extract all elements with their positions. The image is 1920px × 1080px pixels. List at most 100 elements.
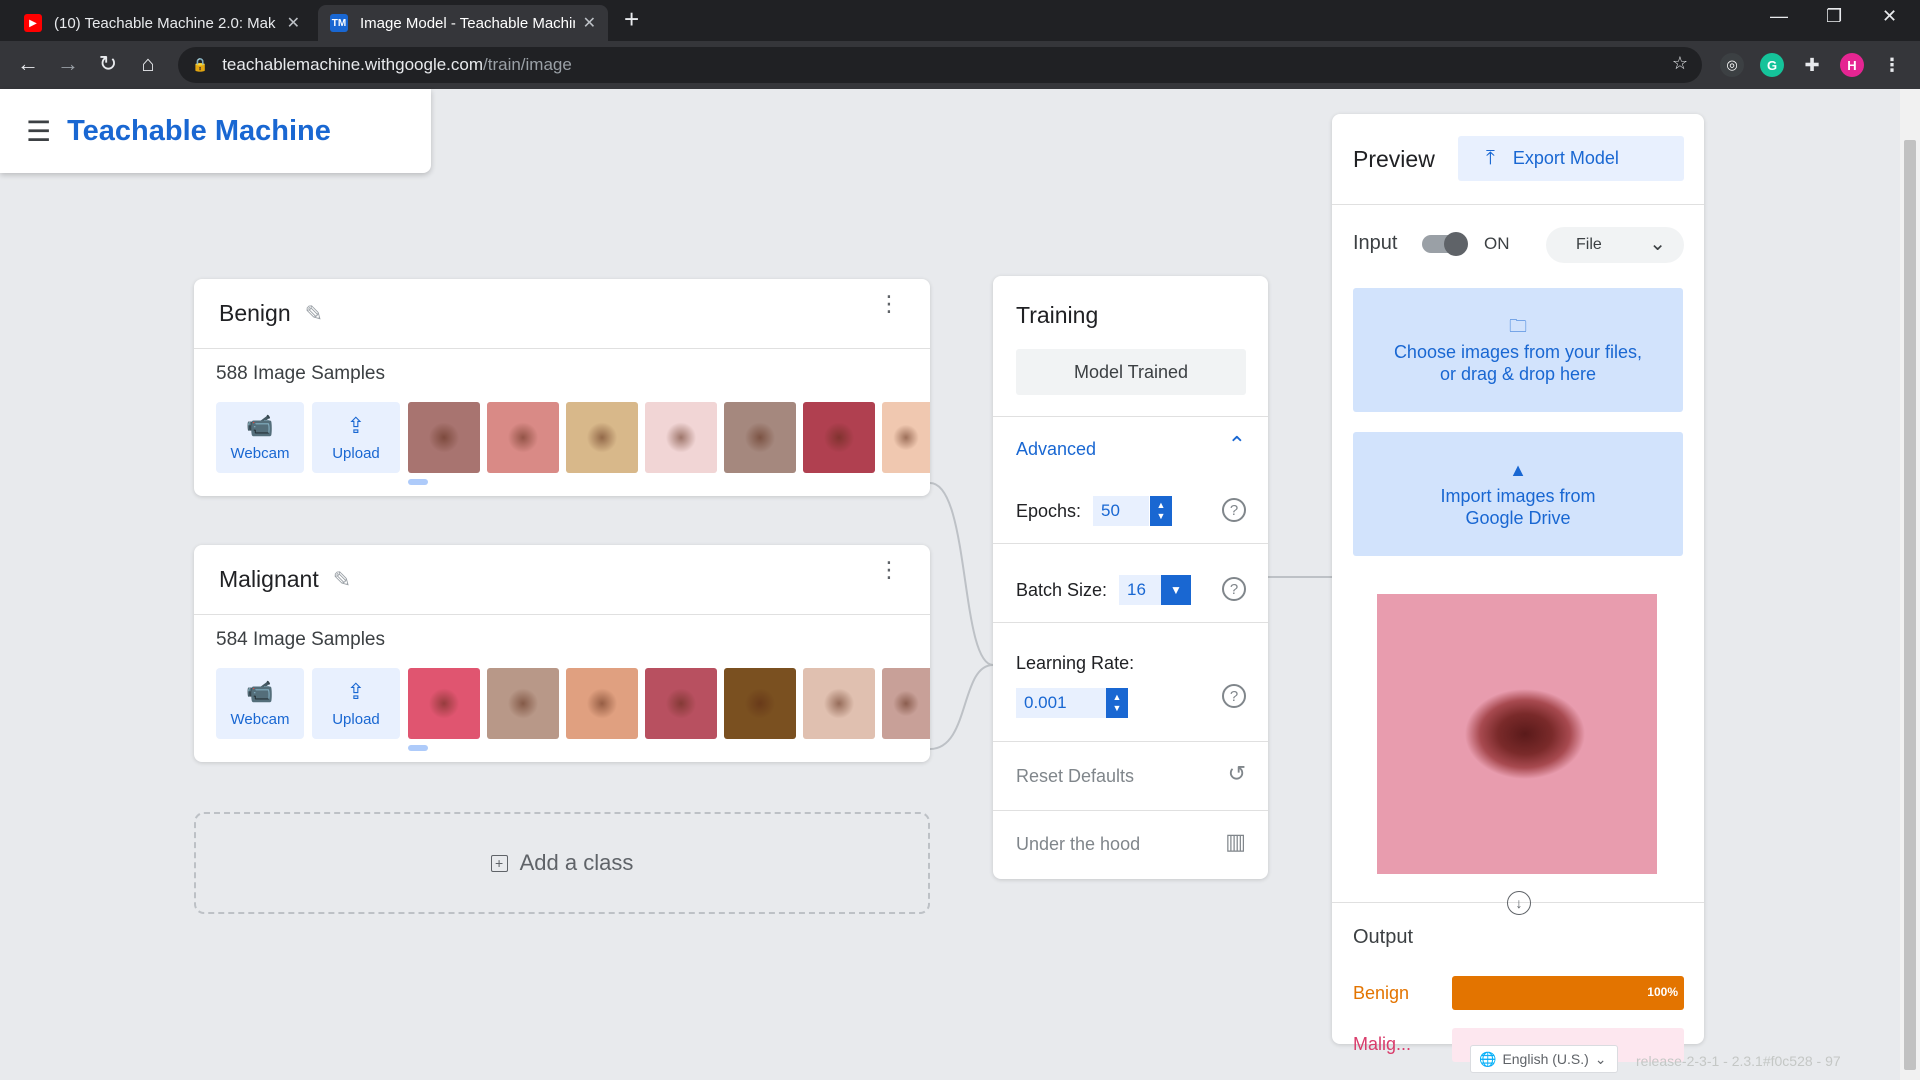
export-label: Export Model	[1512, 148, 1619, 168]
upload-label: Upload	[332, 445, 380, 462]
webcam-button[interactable]: 📹 Webcam	[216, 402, 304, 473]
chevron-up-icon[interactable]: ⌃	[1228, 432, 1246, 458]
export-model-button[interactable]: ⤒ Export Model	[1458, 136, 1684, 181]
url-host: teachablemachine.withgoogle.com	[222, 55, 484, 74]
more-options-icon[interactable]: ⋮	[878, 559, 900, 581]
sample-thumbnail[interactable]	[724, 402, 796, 473]
toggle-knob	[1444, 232, 1468, 256]
new-tab-button[interactable]: +	[624, 4, 639, 35]
upload-button[interactable]: ⇪ Upload	[312, 668, 400, 739]
language-selector[interactable]: 🌐 English (U.S.) ⌄	[1470, 1045, 1618, 1073]
batch-size-select[interactable]: 16	[1119, 575, 1161, 605]
browser-tab-strip: ▶ (10) Teachable Machine 2.0: Mak ✕ TM I…	[0, 0, 1920, 41]
learning-rate-stepper[interactable]: ▲ ▼	[1106, 688, 1128, 718]
help-icon[interactable]: ?	[1222, 577, 1246, 601]
restore-icon[interactable]: ❐	[1826, 6, 1842, 27]
sample-thumbnail[interactable]	[408, 402, 480, 473]
sample-thumbnail[interactable]	[803, 402, 875, 473]
class-name[interactable]: Malignant	[219, 566, 319, 593]
training-panel: Training Model Trained Advanced ⌃ Epochs…	[993, 276, 1268, 879]
sample-thumbnail[interactable]	[882, 668, 930, 739]
under-the-hood-button[interactable]: Under the hood	[1016, 834, 1140, 855]
confidence-bar: 100%	[1452, 976, 1684, 1010]
sample-thumbnail[interactable]	[566, 668, 638, 739]
browser-tab-teachable-machine[interactable]: TM Image Model - Teachable Machin ✕	[318, 5, 608, 41]
sample-thumbnail[interactable]	[408, 668, 480, 739]
bar-chart-icon[interactable]: ▥	[1225, 829, 1246, 855]
arrow-down-icon: ↓	[1507, 891, 1531, 915]
thumbnail-scroll-indicator[interactable]	[408, 745, 428, 751]
hamburger-menu-icon[interactable]: ☰	[26, 115, 51, 148]
upload-icon: ⇪	[346, 413, 366, 438]
drop-text-2: or drag & drop here	[1439, 364, 1597, 384]
close-tab-icon[interactable]: ✕	[583, 13, 596, 33]
close-tab-icon[interactable]: ✕	[287, 13, 300, 33]
scrollbar-thumb[interactable]	[1904, 140, 1916, 1070]
bookmark-star-icon[interactable]: ☆	[1672, 53, 1688, 74]
history-icon[interactable]: ↺	[1228, 761, 1246, 787]
back-icon[interactable]: ←	[14, 51, 42, 77]
video-camera-icon: 📹	[246, 679, 274, 704]
lock-icon: 🔒	[192, 57, 209, 72]
extension-icon[interactable]: ◎	[1720, 53, 1744, 77]
webcam-button[interactable]: 📹 Webcam	[216, 668, 304, 739]
file-drop-zone[interactable]: 🗀 Choose images from your files, or drag…	[1353, 288, 1683, 412]
help-icon[interactable]: ?	[1222, 684, 1246, 708]
training-title: Training	[1016, 302, 1099, 328]
address-bar[interactable]: 🔒 teachablemachine.withgoogle.com /train…	[178, 47, 1702, 83]
app-header: ☰ Teachable Machine	[0, 89, 431, 173]
divider	[1332, 204, 1704, 205]
batch-size-label: Batch Size:	[1016, 580, 1108, 600]
class-name[interactable]: Benign	[219, 300, 291, 327]
close-window-icon[interactable]: ✕	[1882, 6, 1897, 27]
sample-thumbnail[interactable]	[645, 402, 717, 473]
epochs-input[interactable]: 50	[1093, 496, 1149, 526]
google-drive-import[interactable]: ▲ Import images from Google Drive	[1353, 432, 1683, 556]
divider	[993, 810, 1268, 811]
thumbnail-scroll-indicator[interactable]	[408, 479, 428, 485]
sample-thumbnail[interactable]	[724, 668, 796, 739]
more-options-icon[interactable]: ⋮	[878, 293, 900, 315]
input-source-select[interactable]: File ⌄	[1546, 227, 1684, 263]
browser-menu-icon[interactable]: ⋮	[1880, 53, 1904, 77]
drop-text-1: Choose images from your files,	[1393, 342, 1643, 362]
reload-icon[interactable]: ↻	[94, 51, 122, 77]
class-header: Malignant ✎ ⋮	[194, 545, 930, 615]
profile-avatar[interactable]: H	[1840, 53, 1864, 77]
learning-rate-input[interactable]: 0.001	[1016, 688, 1106, 718]
upload-arrow-icon: ⤒	[1486, 147, 1495, 169]
chevron-down-icon: ⌄	[1649, 233, 1666, 255]
upload-button[interactable]: ⇪ Upload	[312, 402, 400, 473]
extensions-puzzle-icon[interactable]: ✚	[1800, 53, 1824, 77]
sample-thumbnail[interactable]	[803, 668, 875, 739]
epochs-stepper[interactable]: ▲ ▼	[1150, 496, 1172, 526]
sample-thumbnail[interactable]	[487, 402, 559, 473]
sample-thumbnail[interactable]	[487, 668, 559, 739]
help-icon[interactable]: ?	[1222, 498, 1246, 522]
browser-tab-youtube[interactable]: ▶ (10) Teachable Machine 2.0: Mak ✕	[12, 5, 312, 41]
video-camera-icon: 📹	[246, 413, 274, 438]
sample-thumbnail[interactable]	[645, 668, 717, 739]
home-icon[interactable]: ⌂	[134, 51, 162, 77]
confidence-percent: 100%	[1647, 985, 1678, 999]
release-version: release-2-3-1 - 2.3.1#f0c528 - 97	[1636, 1053, 1841, 1069]
sample-thumbnail[interactable]	[882, 402, 930, 473]
reset-defaults-button[interactable]: Reset Defaults	[1016, 766, 1134, 787]
add-box-icon: +	[490, 854, 508, 872]
advanced-toggle[interactable]: Advanced	[1016, 439, 1096, 460]
train-model-button[interactable]: Model Trained	[1016, 349, 1246, 395]
tab-title: (10) Teachable Machine 2.0: Mak	[54, 14, 276, 32]
edit-pencil-icon[interactable]: ✎	[333, 567, 351, 593]
forward-icon[interactable]: →	[54, 51, 82, 77]
sample-thumbnail[interactable]	[566, 402, 638, 473]
minimize-icon[interactable]: —	[1770, 6, 1788, 27]
edit-pencil-icon[interactable]: ✎	[305, 301, 323, 327]
add-class-button[interactable]: + Add a class	[194, 812, 930, 914]
dropdown-arrow-icon[interactable]: ▼	[1161, 575, 1191, 605]
webcam-label: Webcam	[230, 445, 290, 462]
app-logo[interactable]: Teachable Machine	[67, 115, 331, 148]
input-toggle[interactable]	[1422, 232, 1468, 256]
grammarly-icon[interactable]: G	[1760, 53, 1784, 77]
preview-connector-line	[1268, 576, 1332, 578]
tab-title: Image Model - Teachable Machin	[360, 14, 575, 32]
